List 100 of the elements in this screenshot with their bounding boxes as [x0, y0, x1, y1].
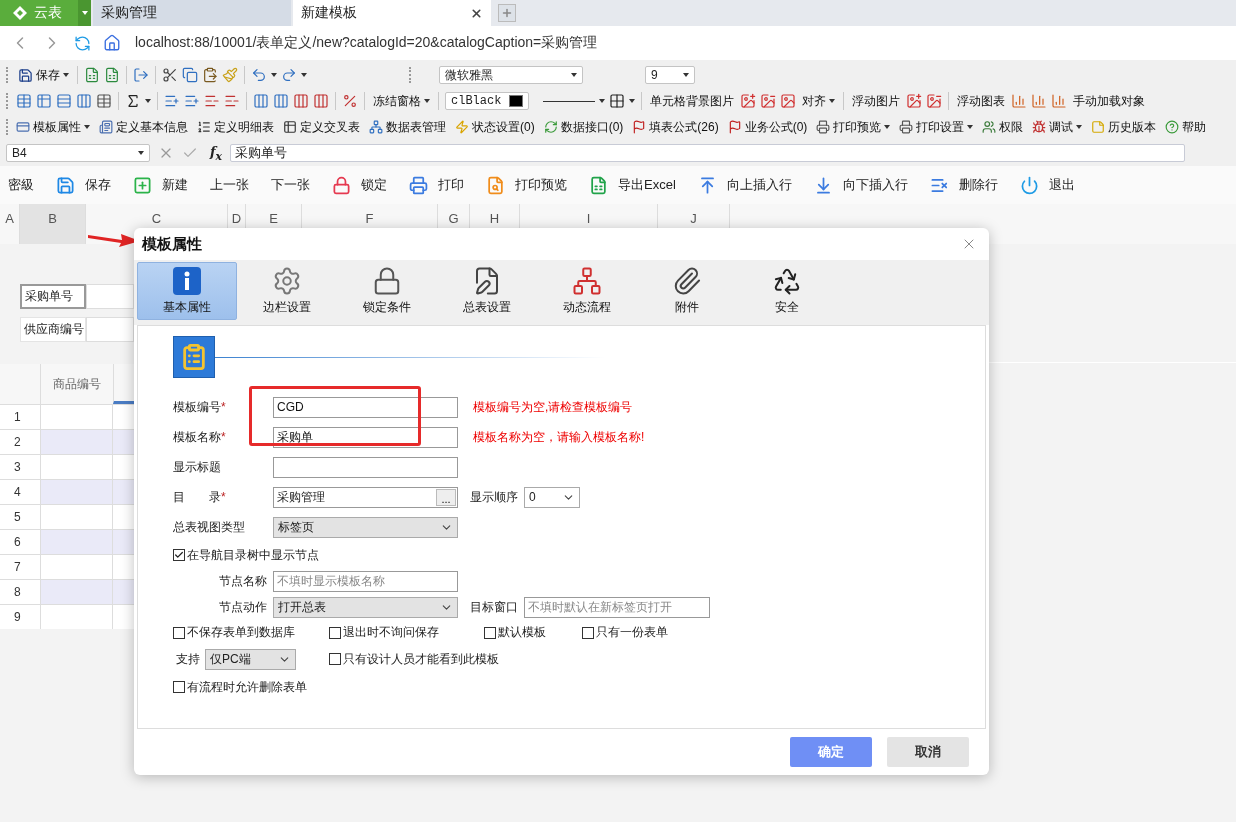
percent-icon[interactable] [342, 93, 358, 109]
font-select[interactable]: 微软雅黑 [439, 66, 583, 84]
input-field[interactable] [273, 456, 458, 478]
input-field[interactable]: 不填时默认在新标签页打开 [524, 596, 710, 618]
chart-icon[interactable] [1031, 93, 1047, 109]
exit-icon[interactable] [133, 67, 149, 83]
browser-tab[interactable]: 新建模板 [293, 0, 491, 26]
toolbar-button[interactable]: 调试 [1030, 116, 1085, 138]
insert-column-icon[interactable] [253, 93, 269, 109]
line-style-select[interactable] [543, 100, 595, 102]
app-dropdown-button[interactable] [78, 0, 91, 26]
border-icon[interactable] [609, 93, 625, 109]
toolbar-button[interactable]: 帮助 [1163, 116, 1209, 138]
image-icon[interactable] [780, 93, 796, 109]
table-icon[interactable] [96, 93, 112, 109]
columns-icon[interactable] [76, 93, 92, 109]
action-button[interactable]: 锁定 [332, 175, 387, 195]
dialog-tab[interactable]: 安全 [737, 262, 837, 320]
insert-row-icon[interactable] [164, 93, 180, 109]
action-button[interactable]: 向下插入行 [813, 175, 908, 195]
toolbar-button[interactable]: 模板属性 [14, 116, 92, 138]
view-type-select[interactable]: 标签页 [273, 516, 458, 538]
action-button[interactable]: 保存 [56, 175, 111, 195]
sheet-icon[interactable] [84, 67, 100, 83]
checkbox[interactable] [173, 626, 185, 639]
action-button[interactable]: 删除行 [929, 175, 998, 195]
input-field[interactable]: 采购单 [273, 426, 458, 448]
rows-icon[interactable] [56, 93, 72, 109]
toolbar-button[interactable]: 权限 [980, 116, 1026, 138]
insert-column-icon[interactable] [273, 93, 289, 109]
action-button[interactable]: 导出Excel [589, 175, 676, 195]
dialog-tab[interactable]: 锁定条件 [337, 262, 437, 320]
toolbar-button[interactable]: 对齐 [800, 90, 837, 112]
toolbar-button[interactable]: 打印预览 [814, 116, 893, 138]
node-action-select[interactable]: 打开总表 [273, 596, 458, 618]
chart-icon[interactable] [1051, 93, 1067, 109]
redo-icon[interactable] [281, 67, 297, 83]
action-button[interactable]: 向上插入行 [697, 175, 792, 195]
table-icon[interactable] [36, 93, 52, 109]
refresh-icon[interactable] [74, 34, 91, 52]
sum-icon[interactable] [125, 93, 141, 109]
toolbar-button[interactable]: 状态设置(0) [453, 116, 537, 138]
image-remove-icon[interactable] [760, 93, 776, 109]
formula-input[interactable]: 采购单号 [230, 144, 1186, 162]
checkbox[interactable] [329, 653, 341, 665]
cut-icon[interactable] [162, 67, 178, 83]
action-button[interactable]: 上一张 [210, 176, 249, 194]
checkbox[interactable] [173, 681, 185, 693]
sheet-cell[interactable]: 供应商编号 [20, 317, 86, 342]
dialog-tab[interactable]: 总表设置 [437, 262, 537, 320]
toolbar-button[interactable]: 数据表管理 [367, 116, 448, 138]
toolbar-button[interactable]: 填表公式(26) [630, 116, 721, 138]
support-select[interactable]: 仅PC端 [205, 648, 296, 670]
action-button[interactable]: 密級 [8, 176, 34, 194]
input-field[interactable]: CGD [273, 396, 458, 418]
cancel-button[interactable]: 取消 [887, 737, 969, 767]
sheet-icon[interactable] [104, 67, 120, 83]
column-header[interactable]: B [20, 204, 86, 244]
action-button[interactable]: 打印 [409, 175, 464, 195]
delete-column-icon[interactable] [313, 93, 329, 109]
home-icon[interactable] [103, 34, 121, 52]
toolbar-button[interactable]: 定义基本信息 [97, 116, 190, 138]
cell-reference-select[interactable]: B4 [6, 144, 150, 162]
image-add-icon[interactable] [906, 93, 922, 109]
toolbar-button[interactable]: 浮动图片 [850, 90, 902, 112]
input-field[interactable]: 不填时显示模板名称 [273, 570, 458, 592]
checkbox[interactable] [484, 626, 496, 639]
action-button[interactable]: 新建 [133, 175, 188, 195]
toolbar-button[interactable]: 冻结窗格 [371, 90, 432, 112]
browser-tab[interactable]: 采购管理 [93, 0, 291, 26]
insert-row-icon[interactable] [184, 93, 200, 109]
action-button[interactable]: 下一张 [271, 176, 310, 194]
toolbar-button[interactable]: 浮动图表 [955, 90, 1007, 112]
color-select[interactable]: clBlack [445, 92, 529, 110]
copy-icon[interactable] [182, 67, 198, 83]
dialog-tab[interactable]: 附件 [637, 262, 737, 320]
sheet-cell[interactable] [86, 284, 134, 309]
table-icon[interactable] [16, 93, 32, 109]
delete-row-icon[interactable] [204, 93, 220, 109]
action-button[interactable]: 打印预览 [486, 175, 567, 195]
toolbar-button[interactable]: 打印设置 [897, 116, 976, 138]
toolbar-button[interactable]: 历史版本 [1089, 116, 1159, 138]
checkbox[interactable] [173, 549, 185, 561]
sheet-cell[interactable] [86, 317, 134, 342]
toolbar-button[interactable]: 定义明细表 [195, 116, 276, 138]
toolbar-button[interactable]: 业务公式(0) [725, 116, 810, 138]
image-add-icon[interactable] [740, 93, 756, 109]
url-text[interactable]: localhost:88/10001/表单定义/new?catalogId=20&catalogCaption=采购管理 [135, 34, 598, 52]
order-select[interactable]: 0 [524, 486, 580, 508]
delete-column-icon[interactable] [293, 93, 309, 109]
paste-icon[interactable] [202, 67, 218, 83]
toolbar-button[interactable]: 定义交叉表 [281, 116, 362, 138]
sheet-cell[interactable]: 采购单号 [20, 284, 86, 309]
save-button[interactable]: 保存 [16, 64, 71, 86]
font-size-select[interactable]: 9 [645, 66, 695, 84]
delete-row-icon[interactable] [224, 93, 240, 109]
toolbar-button[interactable]: 手动加载对象 [1071, 90, 1147, 112]
close-icon[interactable] [470, 6, 483, 20]
toolbar-button[interactable]: 数据接口(0) [541, 116, 626, 138]
undo-icon[interactable] [251, 67, 267, 83]
